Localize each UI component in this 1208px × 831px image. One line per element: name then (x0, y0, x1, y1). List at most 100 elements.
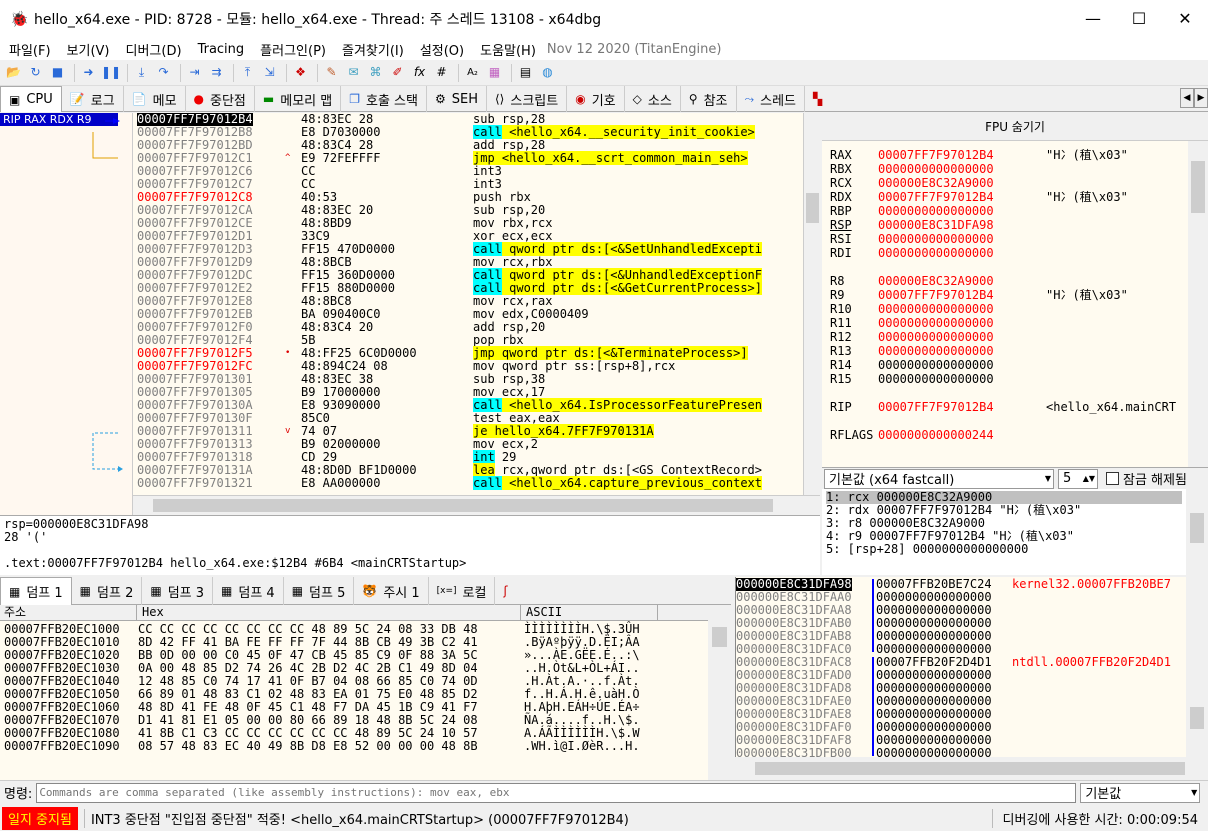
register-row[interactable]: RSP 000000E8C31DFA98 (830, 219, 1046, 232)
register-row[interactable]: RIP 00007FF7F97012B4 <hello_x64.mainCRT (830, 401, 1176, 414)
register-row[interactable]: R14 0000000000000000 (830, 359, 1046, 372)
register-row[interactable]: RDX 00007FF7F97012B4 "H冫(稙\x03" (830, 191, 1128, 204)
register-row[interactable]: RDI 0000000000000000 (830, 247, 1046, 260)
tab-log[interactable]: 📝 로그 (62, 86, 124, 112)
step-over-icon[interactable]: ↷ (154, 63, 173, 82)
patch-icon[interactable]: ✎ (322, 63, 341, 82)
register-value[interactable]: 00007FF7F97012B4 (878, 289, 1046, 302)
disasm-row[interactable]: 00007FF7F9701321 E8 AA000000 call <hello_x… (133, 476, 803, 490)
function-icon[interactable]: fx (410, 63, 429, 82)
register-row[interactable]: R9 00007FF7F97012B4 "H冫(稙\x03" (830, 289, 1128, 302)
register-value[interactable]: 000000E8C32A9000 (878, 177, 1046, 190)
register-value[interactable]: 0000000000000000 (878, 345, 1046, 358)
tab-memory-map[interactable]: ▬ 메모리 맵 (255, 86, 342, 112)
bookmark-icon[interactable]: ✐ (388, 63, 407, 82)
command-mode-select[interactable]: 기본값 ▼ (1080, 782, 1201, 803)
disassembly-view[interactable]: 00007FF7F97012B4 48:83EC 28 sub rsp,28 0000… (133, 113, 803, 495)
restart-icon[interactable]: ↻ (26, 63, 45, 82)
register-value[interactable]: 0000000000000000 (878, 317, 1046, 330)
register-value[interactable]: 00007FF7F97012B4 (878, 149, 1046, 162)
tab-breakpoints[interactable]: ● 중단점 (186, 86, 255, 112)
register-row[interactable]: R8 000000E8C32A9000 (830, 275, 1046, 288)
register-row[interactable]: RAX 00007FF7F97012B4 "H冫(稙\x03" (830, 149, 1128, 162)
arguments-vscroll[interactable] (1186, 489, 1208, 575)
tab-dump-4[interactable]: ▦ 덤프 4 (213, 577, 284, 605)
tab-seh[interactable]: ⚙ SEH (427, 86, 487, 112)
step-into-icon[interactable]: ⤓ (132, 63, 151, 82)
register-row[interactable]: R12 0000000000000000 (830, 331, 1046, 344)
fpu-toggle-button[interactable]: FPU 숨기기 (822, 113, 1208, 141)
close-button[interactable]: ✕ (1162, 0, 1208, 38)
calling-convention-select[interactable]: 기본값 (x64 fastcall) ▼ (824, 468, 1054, 489)
register-value[interactable]: 00007FF7F97012B4 (878, 191, 1046, 204)
stack-view[interactable]: 000000E8C31DFA98 00007FFB20BE7C24 kernel32… (735, 577, 1186, 757)
register-value[interactable]: 000000E8C31DFA98 (878, 219, 1046, 232)
tab-notes[interactable]: 📄 메모 (124, 86, 186, 112)
tab-scroll-left-icon[interactable]: ◀ (1180, 88, 1194, 108)
dump-view[interactable]: 주소 Hex ASCII 00007FFB20EC1000 CC CC CC CC… (0, 605, 708, 780)
stack-hscroll[interactable] (735, 757, 1208, 780)
scylla-icon[interactable]: ❖ (291, 63, 310, 82)
label-icon[interactable]: ⌘ (366, 63, 385, 82)
trace-into-icon[interactable]: ⇥ (185, 63, 204, 82)
tab-dump-5[interactable]: ▦ 덤프 5 (284, 577, 355, 605)
register-value[interactable]: 0000000000000000 (878, 205, 1046, 218)
tab-source[interactable]: ◇ 소스 (625, 86, 681, 112)
tab-cpu[interactable]: ▣ CPU (0, 86, 62, 112)
register-value[interactable]: 0000000000000000 (878, 303, 1046, 316)
menu-debug[interactable]: 디버그(D) (117, 40, 189, 59)
register-row[interactable]: RFLAGS 0000000000000244 (830, 429, 1046, 442)
menu-favourites[interactable]: 즐겨찾기(I) (333, 40, 411, 59)
tab-struct[interactable]: ʃ (495, 577, 521, 605)
register-value[interactable]: 0000000000000000 (878, 331, 1046, 344)
run-icon[interactable]: ➜ (79, 63, 98, 82)
stack-vscroll[interactable] (1186, 577, 1208, 757)
register-row[interactable]: R10 0000000000000000 (830, 303, 1046, 316)
register-value[interactable]: 0000000000000000 (878, 359, 1046, 372)
menu-help[interactable]: 도움말(H) (471, 40, 543, 59)
dump-vscroll[interactable] (708, 605, 731, 780)
argument-row[interactable]: 5: [rsp+28] 0000000000000000 (826, 543, 1182, 556)
menu-file[interactable]: 파일(F) (0, 40, 58, 59)
register-row[interactable] (830, 415, 1046, 428)
disasm-vscroll[interactable] (803, 113, 820, 495)
registers-view[interactable]: RAX 00007FF7F97012B4 "H冫(稙\x03" RBX 00000000… (822, 141, 1188, 467)
tab-dump-2[interactable]: ▦ 덤프 2 (72, 577, 143, 605)
globe-icon[interactable]: ◍ (538, 63, 557, 82)
tab-handles[interactable]: ▚ (805, 86, 836, 112)
tab-dump-1[interactable]: ▦ 덤프 1 (0, 577, 72, 605)
trace-over-icon[interactable]: ⇉ (207, 63, 226, 82)
pause-icon[interactable]: ❚❚ (101, 63, 121, 82)
arguments-view[interactable]: 1: rcx 000000E8C32A9000 2: rdx 00007FF7F9… (822, 489, 1186, 575)
registers-vscroll[interactable] (1188, 141, 1208, 467)
register-value[interactable]: 0000000000000000 (878, 163, 1046, 176)
register-value[interactable]: 00007FF7F97012B4 (878, 401, 1046, 414)
tab-call-stack[interactable]: ❐ 호출 스택 (341, 86, 427, 112)
register-value[interactable]: 0000000000000000 (878, 373, 1046, 386)
register-value[interactable]: 0000000000000000 (878, 233, 1046, 246)
register-value[interactable]: 0000000000000000 (878, 247, 1046, 260)
tab-threads[interactable]: ⤳ 스레드 (737, 86, 805, 112)
maximize-button[interactable]: ☐ (1116, 0, 1162, 38)
tab-watch-1[interactable]: 🐯 주시 1 (354, 577, 429, 605)
calculator-icon[interactable]: ▤ (516, 63, 535, 82)
register-row[interactable] (830, 261, 1046, 274)
strings-icon[interactable]: ▦ (485, 63, 504, 82)
register-row[interactable]: RCX 000000E8C32A9000 (830, 177, 1046, 190)
run-to-user-code-icon[interactable]: ⇲ (260, 63, 279, 82)
register-row[interactable]: R15 0000000000000000 (830, 373, 1046, 386)
register-row[interactable]: RBX 0000000000000000 (830, 163, 1046, 176)
menu-plugins[interactable]: 플러그인(P) (251, 40, 333, 59)
font-icon[interactable]: A₂ (463, 63, 482, 82)
register-row[interactable] (830, 387, 1046, 400)
tab-locals[interactable]: [x=] 로컬 (429, 577, 496, 605)
tab-scroll-right-icon[interactable]: ▶ (1194, 88, 1208, 108)
register-row[interactable]: R13 0000000000000000 (830, 345, 1046, 358)
register-value[interactable]: 0000000000000244 (878, 429, 1046, 442)
command-input[interactable] (36, 782, 1077, 803)
menu-view[interactable]: 보기(V) (58, 40, 117, 59)
menu-options[interactable]: 설정(O) (411, 40, 471, 59)
register-row[interactable]: R11 0000000000000000 (830, 317, 1046, 330)
register-row[interactable]: RSI 0000000000000000 (830, 233, 1046, 246)
tab-script[interactable]: ⟨⟩ 스크립트 (487, 86, 568, 112)
